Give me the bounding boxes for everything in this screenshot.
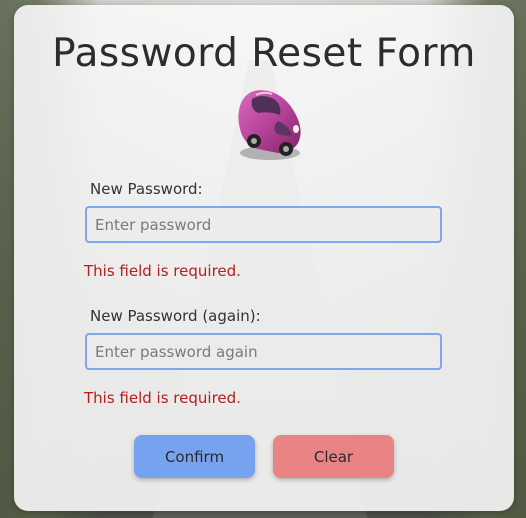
new-password-again-error: This field is required. <box>84 389 241 407</box>
new-password-error: This field is required. <box>84 262 241 280</box>
car-icon <box>238 90 301 160</box>
new-password-input[interactable] <box>85 206 442 243</box>
clear-button[interactable]: Clear <box>273 435 394 478</box>
form-title: Password Reset Form <box>52 31 476 76</box>
new-password-again-label: New Password (again): <box>90 307 261 325</box>
new-password-again-input[interactable] <box>85 333 442 370</box>
new-password-label: New Password: <box>90 180 203 198</box>
confirm-button[interactable]: Confirm <box>134 435 255 478</box>
password-reset-card: Password Reset Form New Password: This f… <box>14 5 514 511</box>
